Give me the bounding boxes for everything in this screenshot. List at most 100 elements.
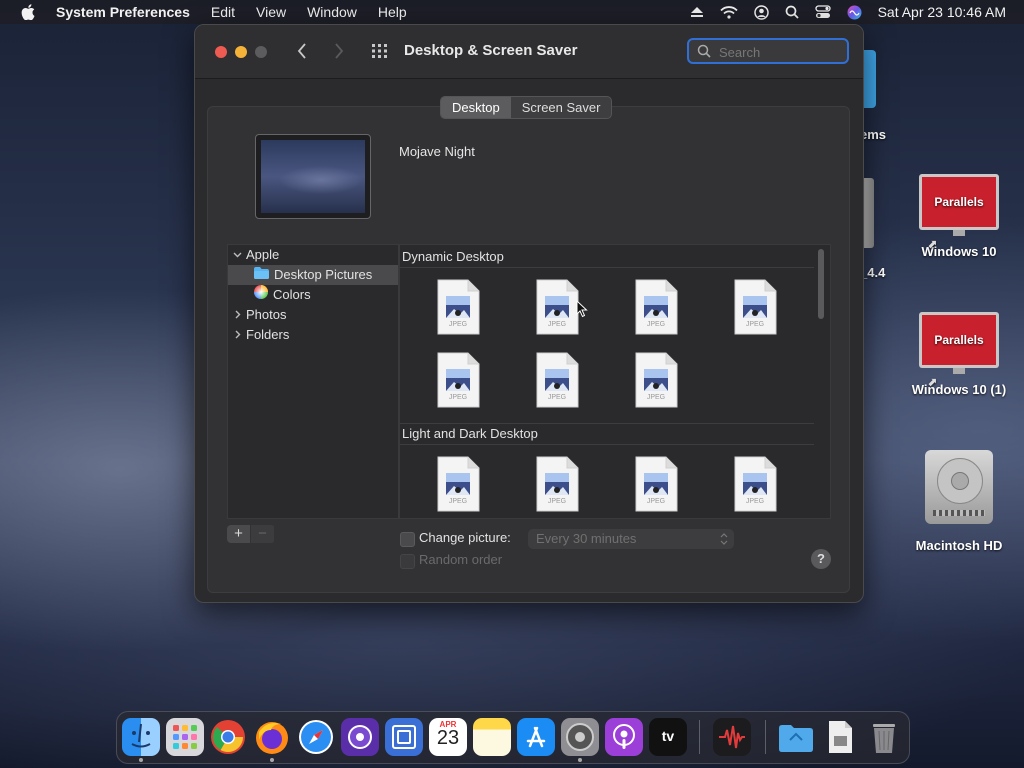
desktop-item-windows10-1[interactable]: Parallels ⬈ Windows 10 (1) [905,310,1013,397]
menu-help[interactable]: Help [378,4,407,20]
minimize-button[interactable] [235,46,247,58]
sidebar-item-photos[interactable]: Photos [228,305,398,325]
dock-audio-recorder-icon[interactable] [713,718,751,756]
dock-trash-icon[interactable] [865,718,903,756]
dock-system-preferences-icon[interactable] [561,718,599,756]
chevron-down-icon[interactable] [233,245,242,265]
jpeg-file-label: JPEG [547,321,567,328]
section-divider [400,423,814,424]
change-picture-checkbox[interactable] [400,532,415,547]
jpeg-file-label: JPEG [646,394,666,401]
menu-clock[interactable]: Sat Apr 23 10:46 AM [878,4,1006,20]
dock-safari-icon[interactable] [297,718,335,756]
dock-screenshot-icon[interactable] [341,718,379,756]
dock-document-icon[interactable] [821,718,859,756]
dock-finder-icon[interactable] [122,718,160,756]
source-sidebar: Apple Desktop Pictures Colors Photos Fol… [227,244,399,519]
window-title: Desktop & Screen Saver [404,42,578,59]
jpeg-file-icon[interactable]: JPEG [535,279,579,335]
spotlight-icon[interactable] [785,5,799,19]
dock-notes-icon[interactable] [473,718,511,756]
dock-firefox-icon[interactable] [253,718,291,756]
jpeg-file-icon[interactable]: JPEG [634,279,678,335]
parallels-vm-icon: Parallels ⬈ [917,310,1001,389]
zoom-button[interactable] [255,46,267,58]
dock-app-store-icon[interactable] [517,718,555,756]
menu-window[interactable]: Window [307,4,357,20]
jpeg-file-icon[interactable]: JPEG [436,279,480,335]
preferences-window: Desktop & Screen Saver Desktop Screen Sa… [194,24,864,603]
menu-edit[interactable]: Edit [211,4,235,20]
jpeg-file-icon[interactable]: JPEG [535,456,579,512]
calendar-day: 23 [436,727,460,749]
jpeg-file-icon[interactable]: JPEG [634,352,678,408]
scrollbar-thumb[interactable] [818,249,824,319]
chevron-right-icon[interactable] [233,305,242,325]
eject-icon[interactable] [690,6,704,18]
sidebar-item-colors[interactable]: Colors [228,285,398,305]
grid-scrollbar[interactable] [814,245,828,517]
dock-launchpad-icon[interactable] [166,718,204,756]
tab-screen-saver[interactable]: Screen Saver [511,97,612,118]
mouse-cursor-icon [576,299,588,323]
forward-arrow-icon[interactable] [333,42,345,65]
remove-folder-button[interactable]: − [251,525,274,543]
dock-apple-tv-icon[interactable]: tv [649,718,687,756]
back-arrow-icon[interactable] [296,42,308,65]
hard-drive-icon [923,448,995,526]
help-button[interactable]: ? [811,549,831,569]
jpeg-file-label: JPEG [448,394,468,401]
close-button[interactable] [215,46,227,58]
random-order-checkbox[interactable] [400,554,415,569]
dock-downloads-folder-icon[interactable] [777,718,815,756]
menu-app-name[interactable]: System Preferences [56,4,190,20]
sidebar-item-label: Colors [273,287,311,302]
jpeg-file-icon[interactable]: JPEG [634,456,678,512]
jpeg-file-icon[interactable]: JPEG [733,456,777,512]
desktop-item-macintosh-hd[interactable]: Macintosh HD [905,448,1013,553]
tv-label: tv [661,728,675,744]
dock-podcasts-icon[interactable] [605,718,643,756]
dock-remote-desktop-icon[interactable] [385,718,423,756]
interval-value: Every 30 minutes [536,531,637,546]
tab-desktop[interactable]: Desktop [441,97,511,118]
desktop-item-label: Windows 10 [921,244,997,259]
interval-select[interactable]: Every 30 minutes [528,529,734,549]
sidebar-item-label: Photos [246,307,287,322]
parallels-badge: Parallels [922,177,996,227]
dock-chrome-icon[interactable] [209,718,247,756]
sidebar-item-label: Folders [246,327,290,342]
folder-icon [254,265,269,285]
apple-menu-icon[interactable] [20,4,36,20]
search-input[interactable] [717,43,841,62]
desktop-item-windows10[interactable]: Parallels ⬈ Windows 10 [905,172,1013,259]
chevron-right-icon[interactable] [233,325,242,345]
jpeg-file-label: JPEG [646,321,666,328]
add-folder-button[interactable]: + [227,525,250,543]
sidebar-item-apple[interactable]: Apple [228,245,398,265]
section-title-dynamic: Dynamic Desktop [402,249,504,264]
wallpaper-preview [255,134,371,219]
jpeg-file-label: JPEG [745,321,765,328]
search-icon [697,44,711,63]
jpeg-file-icon[interactable]: JPEG [733,279,777,335]
grid-view-icon[interactable] [371,43,389,64]
dock-separator [765,720,766,754]
menu-view[interactable]: View [256,4,286,20]
sidebar-item-folders[interactable]: Folders [228,325,398,345]
user-icon[interactable] [753,4,769,20]
search-field[interactable] [687,38,849,64]
section-divider [400,267,814,268]
control-center-icon[interactable] [814,5,831,19]
dock-calendar-icon[interactable]: APR 23 [429,718,467,756]
jpeg-file-icon[interactable]: JPEG [535,352,579,408]
parallels-vm-icon: Parallels ⬈ [917,172,1001,251]
jpeg-file-icon[interactable]: JPEG [436,352,480,408]
desktop-item-label: Windows 10 (1) [911,382,1007,397]
change-picture-label: Change picture: [419,530,511,545]
sidebar-item-desktop-pictures[interactable]: Desktop Pictures [228,265,398,285]
section-title-light-dark: Light and Dark Desktop [402,426,538,441]
siri-icon[interactable] [847,5,862,20]
wifi-icon[interactable] [719,5,738,19]
jpeg-file-icon[interactable]: JPEG [436,456,480,512]
